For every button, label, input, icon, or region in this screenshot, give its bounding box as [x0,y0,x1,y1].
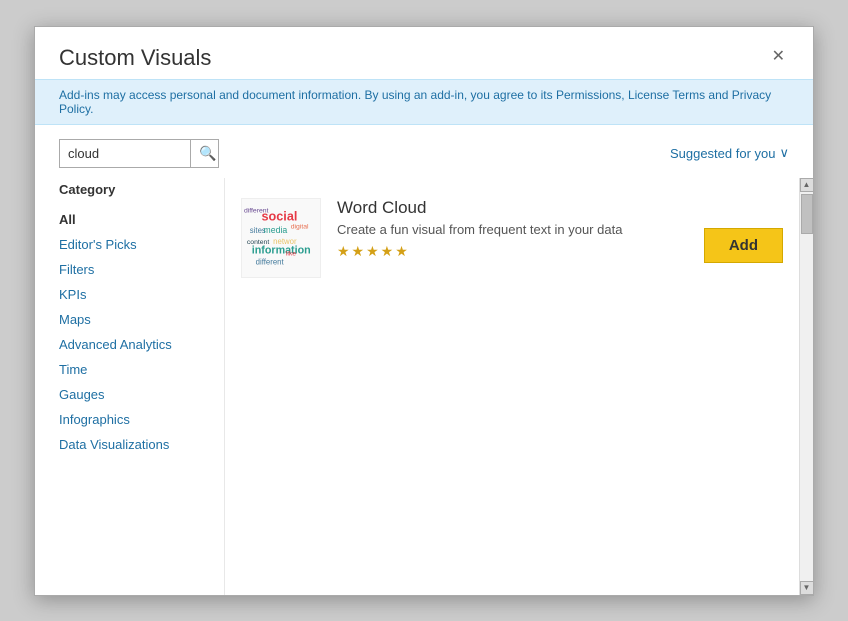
custom-visuals-dialog: Custom Visuals ✕ Add-ins may access pers… [34,26,814,596]
svg-text:digital: digital [291,223,309,230]
sidebar-item-time[interactable]: Time [59,357,200,382]
scrollbar: ▲ ▼ [799,178,813,595]
sidebar-item-kpis[interactable]: KPIs [59,282,200,307]
svg-text:different: different [244,207,269,214]
svg-text:information: information [252,244,311,256]
suggested-label: Suggested for you [670,146,776,161]
visual-info: Word Cloud Create a fun visual from freq… [337,198,688,260]
category-label: Category [59,182,200,197]
sidebar-item-editors-picks[interactable]: Editor's Picks [59,232,200,257]
search-row: 🔍 Suggested for you ∨ [35,125,813,178]
chevron-down-icon: ∨ [779,145,789,161]
sidebar-item-data-visualizations[interactable]: Data Visualizations [59,432,200,457]
scrollbar-track [800,192,814,581]
svg-text:media: media [263,225,287,235]
sidebar-item-maps[interactable]: Maps [59,307,200,332]
notice-text: Add-ins may access personal and document… [59,88,771,116]
word-cloud-image: social sites media digital content netwo… [242,199,320,277]
visual-card: social sites media digital content netwo… [241,188,783,288]
sidebar-item-gauges[interactable]: Gauges [59,382,200,407]
suggested-for-you-button[interactable]: Suggested for you ∨ [670,145,789,161]
results-area: social sites media digital content netwo… [225,178,799,595]
svg-text:different: different [256,257,285,266]
svg-text:like: like [286,250,296,257]
sidebar-item-advanced-analytics[interactable]: Advanced Analytics [59,332,200,357]
dialog-header: Custom Visuals ✕ [35,27,813,79]
add-button[interactable]: Add [704,228,783,263]
sidebar-item-all[interactable]: All [59,207,200,232]
scrollbar-up-button[interactable]: ▲ [800,178,814,192]
dialog-title: Custom Visuals [59,45,211,71]
close-button[interactable]: ✕ [768,45,789,69]
sidebar-item-infographics[interactable]: Infographics [59,407,200,432]
visual-rating: ★★★★★ [337,243,688,260]
content-area: Category All Editor's Picks Filters KPIs… [35,178,813,595]
search-box: 🔍 [59,139,219,168]
visual-name: Word Cloud [337,198,688,218]
visual-thumbnail: social sites media digital content netwo… [241,198,321,278]
search-input[interactable] [60,140,190,167]
notice-bar: Add-ins may access personal and document… [35,79,813,125]
sidebar: Category All Editor's Picks Filters KPIs… [35,178,225,595]
search-button[interactable]: 🔍 [190,140,224,167]
scrollbar-down-button[interactable]: ▼ [800,581,814,595]
visual-description: Create a fun visual from frequent text i… [337,222,688,237]
sidebar-item-filters[interactable]: Filters [59,257,200,282]
scrollbar-thumb[interactable] [801,194,813,234]
